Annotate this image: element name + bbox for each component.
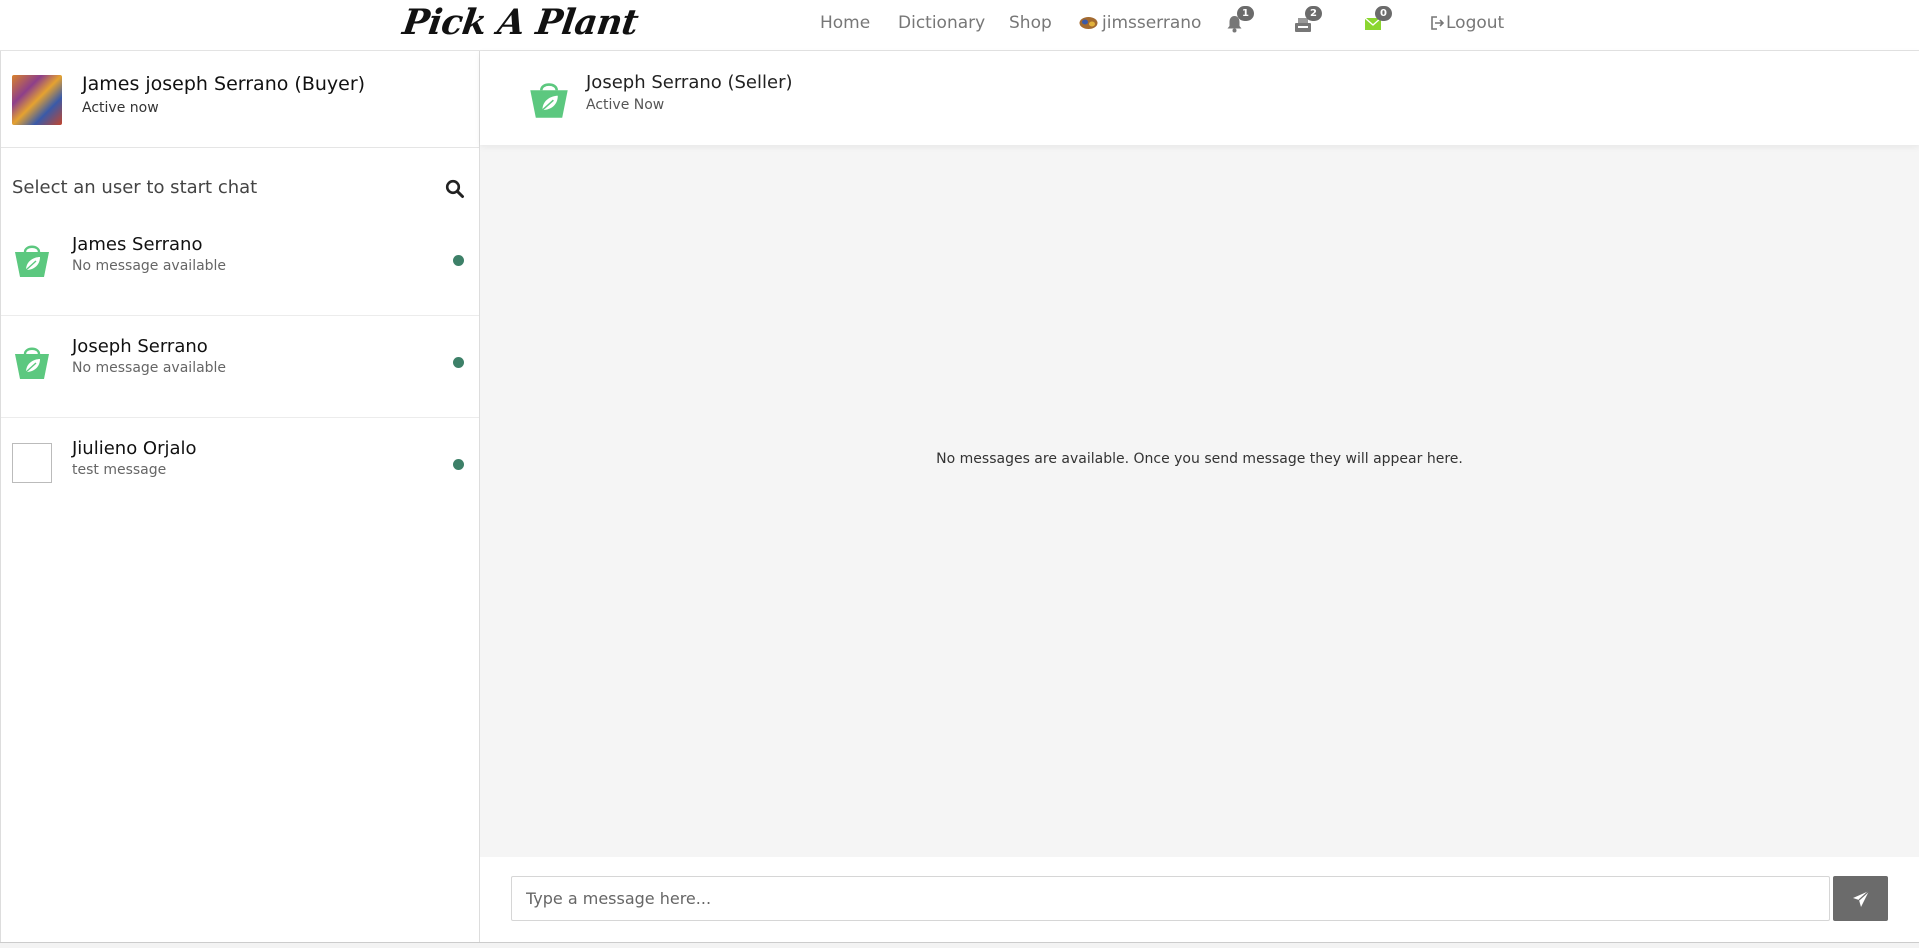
nav-user-menu[interactable]: jimsserrano [1079,13,1201,33]
chat-panel: Joseph Serrano (Seller) Active Now No me… [480,51,1919,942]
message-area[interactable]: No messages are available. Once you send… [480,145,1919,857]
user-last-message: No message available [72,360,227,376]
nav-shop-link[interactable]: Shop [1009,13,1052,33]
cart-badge: 2 [1305,6,1322,21]
broken-image-avatar [12,443,52,483]
paper-plane-icon [1852,890,1869,907]
logout-icon [1431,16,1445,30]
user-name: Jiulieno Orjalo [72,438,197,459]
shopping-bag-leaf-icon [12,239,52,279]
user-name: Joseph Serrano [72,336,208,357]
user-name: James Serrano [72,234,203,255]
chat-partner-status: Active Now [586,97,665,113]
chat-header: Joseph Serrano (Seller) Active Now [480,51,1919,145]
messages-button[interactable]: 0 [1364,6,1392,33]
user-last-message: No message available [72,258,227,274]
online-status-dot [453,357,464,368]
empty-messages-text: No messages are available. Once you send… [936,451,1463,467]
users-panel: James joseph Serrano (Buyer) Active now … [0,51,480,942]
notifications-badge: 1 [1237,6,1254,21]
online-status-dot [453,459,464,470]
current-user-avatar [12,75,62,125]
message-input[interactable] [511,876,1830,921]
user-last-message: test message [72,462,167,478]
online-status-dot [453,255,464,266]
search-prompt: Select an user to start chat [12,177,258,198]
current-user-status: Active now [82,100,159,116]
shopping-bag-leaf-icon [12,341,52,381]
user-search-bar: Select an user to start chat [1,149,479,214]
search-icon [445,179,464,198]
user-list-item[interactable]: Joseph Serrano No message available [1,317,479,418]
logout-label: Logout [1446,13,1505,33]
search-button[interactable] [445,179,467,201]
user-list-item[interactable]: James Serrano No message available [1,215,479,316]
messages-badge: 0 [1375,6,1392,21]
top-navbar: Pick A Plant Home Dictionary Shop jimsse… [0,0,1919,51]
current-user-name: James joseph Serrano (Buyer) [82,73,366,95]
nav-dictionary-link[interactable]: Dictionary [898,13,985,33]
nav-home-link[interactable]: Home [820,13,870,33]
notifications-button[interactable]: 1 [1226,6,1254,33]
send-button[interactable] [1833,876,1888,921]
chat-partner-name: Joseph Serrano (Seller) [586,72,793,93]
shopping-bag-leaf-icon [527,76,571,120]
message-composer [480,857,1919,942]
user-list-item[interactable]: Jiulieno Orjalo test message [1,419,479,520]
nav-username: jimsserrano [1102,13,1202,33]
logout-link[interactable]: Logout [1430,13,1504,33]
current-user-header: James joseph Serrano (Buyer) Active now [1,51,479,148]
page-bottom-edge [0,942,1919,948]
cart-button[interactable]: 2 [1294,6,1322,33]
user-avatar-icon [1079,17,1098,29]
brand-logo[interactable]: Pick A Plant [400,2,640,43]
